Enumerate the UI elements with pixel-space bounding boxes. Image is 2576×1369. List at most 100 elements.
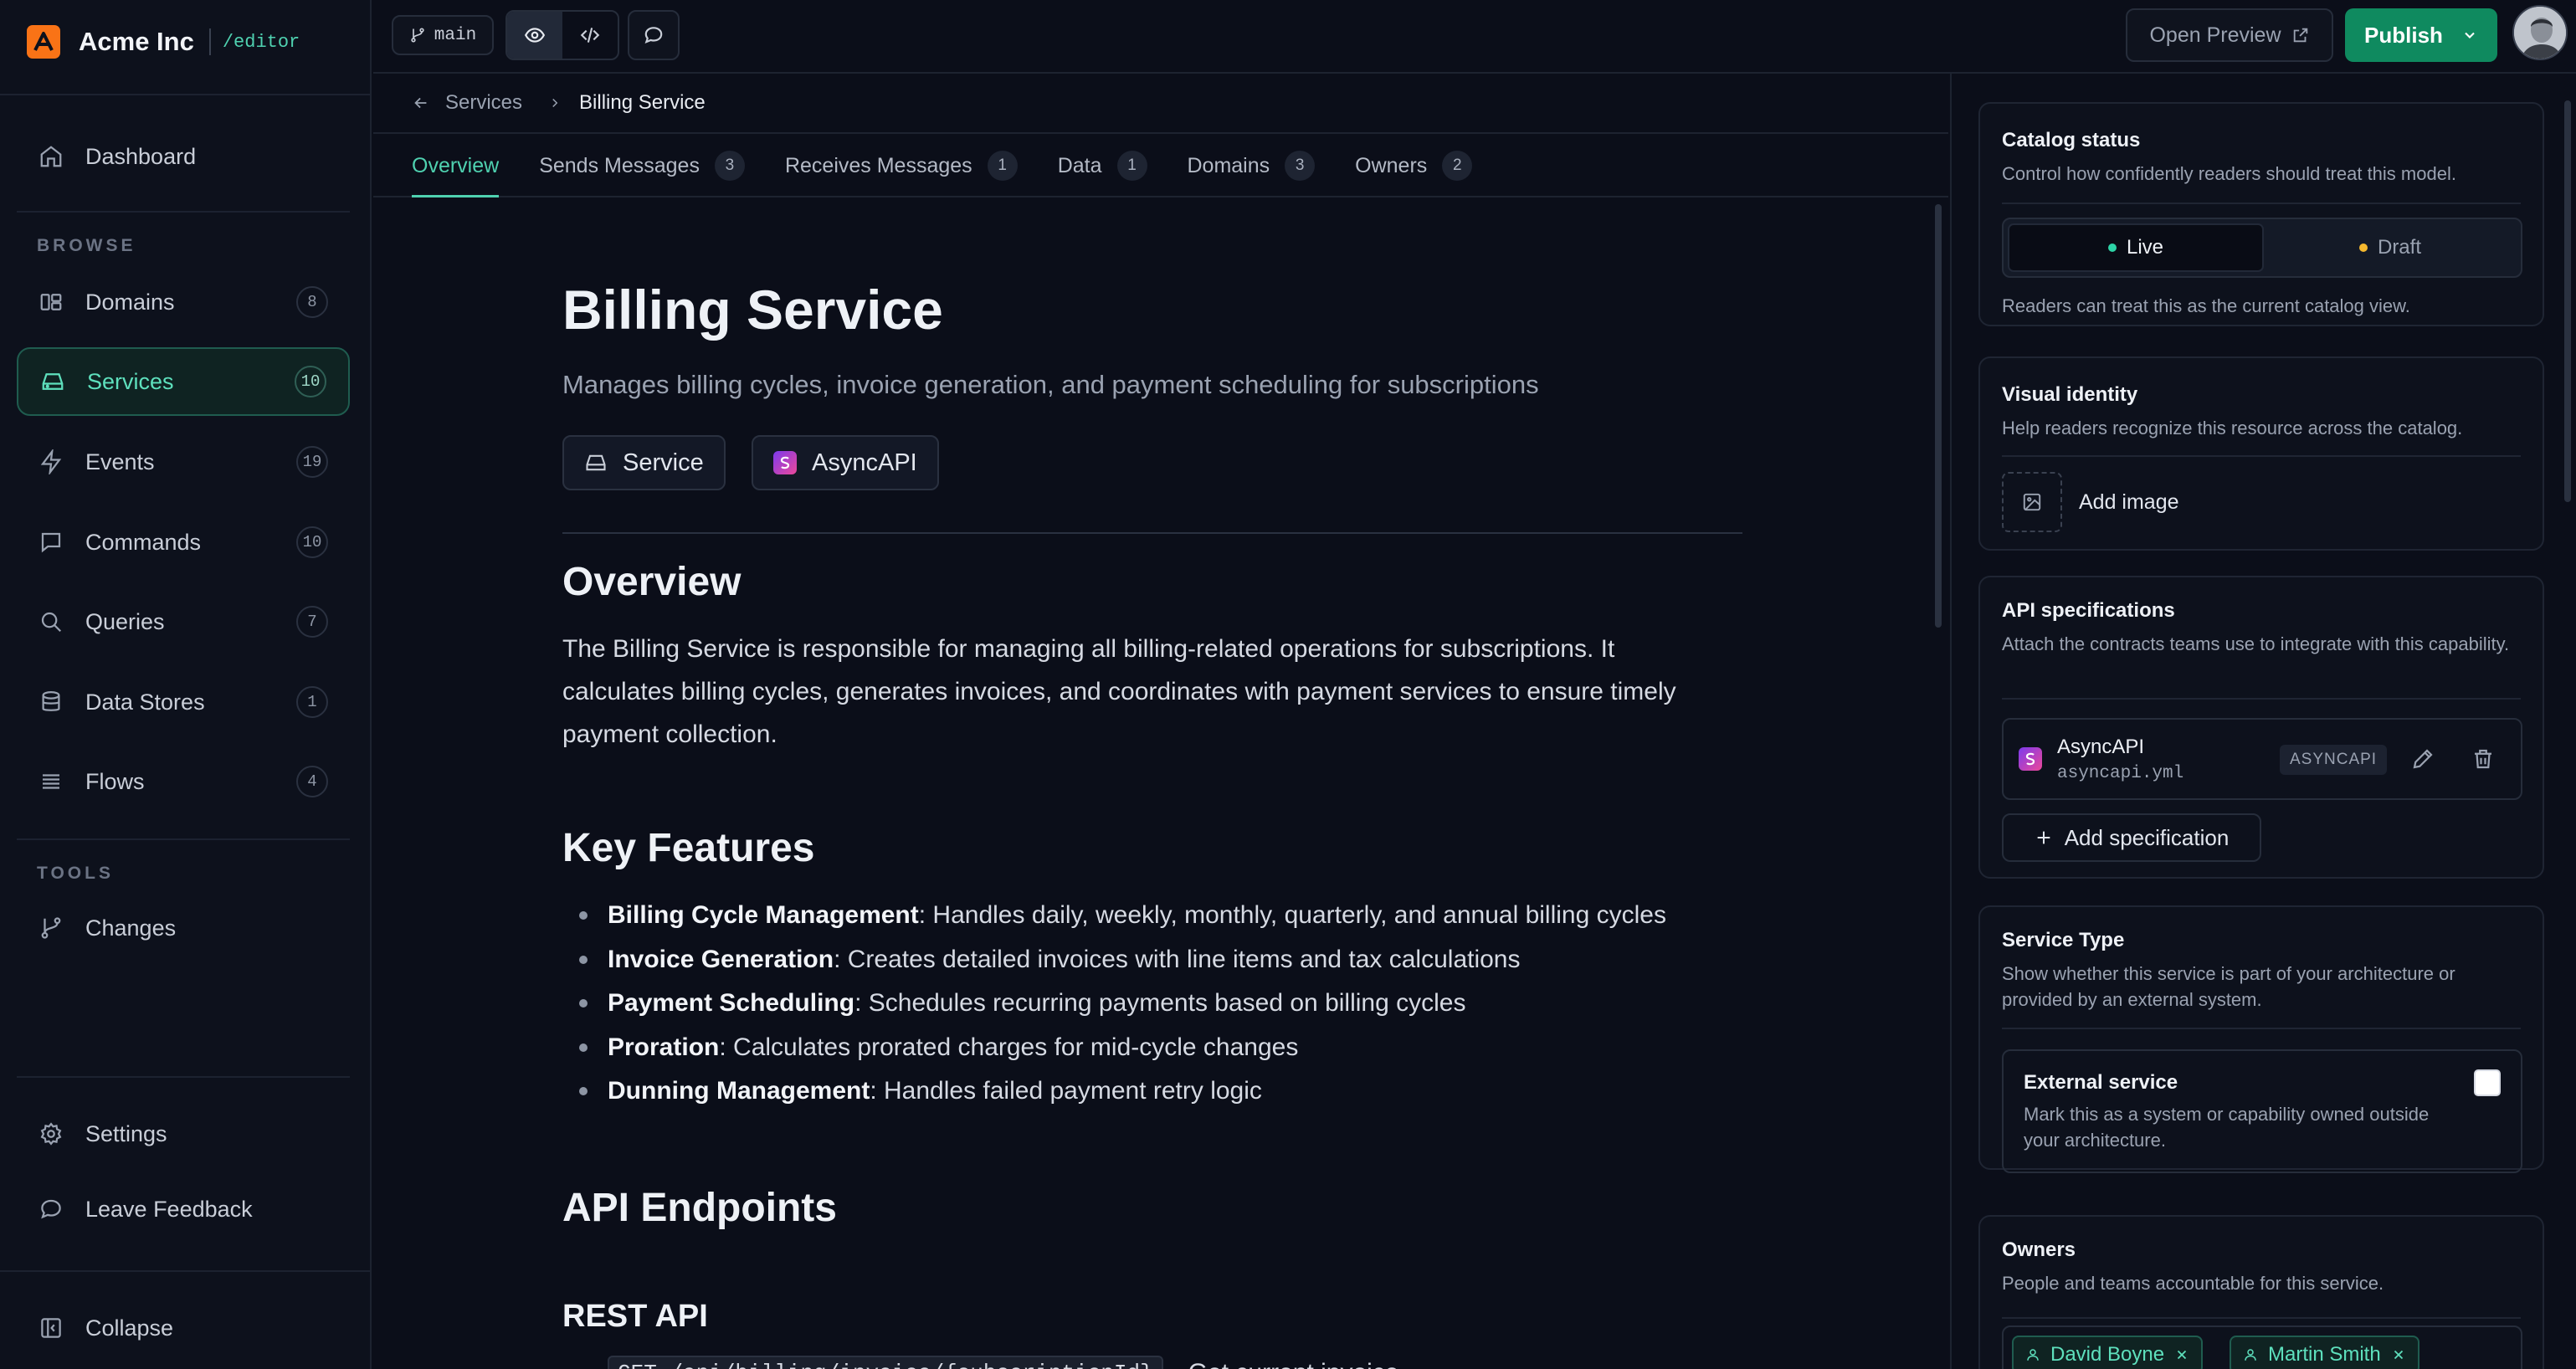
breadcrumb-parent-link[interactable]: Services: [445, 91, 522, 115]
card-description: Show whether this service is part of you…: [2002, 963, 2455, 1010]
spec-type-badge: ASYNCAPI: [2280, 745, 2388, 775]
draft-status-dot: [2358, 244, 2368, 252]
count-badge: 4: [296, 766, 328, 797]
open-preview-button[interactable]: Open Preview: [2126, 8, 2333, 62]
close-icon[interactable]: [2174, 1347, 2189, 1362]
list-item: Proration: Calculates prorated charges f…: [562, 1026, 1734, 1070]
count-badge: 10: [295, 366, 326, 397]
tools-heading: TOOLS: [37, 864, 114, 883]
sidebar-item-label: Data Stores: [85, 689, 205, 715]
owner-chip[interactable]: Martin Smith: [2230, 1336, 2419, 1369]
count-badge: 1: [296, 686, 328, 718]
top-bar: main Open Preview Publish: [373, 0, 2576, 74]
card-title: Visual identity: [2002, 383, 2138, 406]
tab-receives-messages[interactable]: Receives Messages 1: [785, 136, 1018, 196]
publish-button[interactable]: Publish: [2345, 8, 2497, 62]
sidebar-item-commands[interactable]: Commands 10: [17, 508, 350, 577]
brand[interactable]: Acme Inc /editor: [27, 25, 300, 59]
sidebar-item-leave-feedback[interactable]: Leave Feedback: [17, 1175, 350, 1243]
tab-overview[interactable]: Overview: [412, 136, 500, 197]
sidebar-item-events[interactable]: Events 19: [17, 428, 350, 496]
document-content: Billing Service Manages billing cycles, …: [562, 197, 1742, 1369]
sidebar-item-queries[interactable]: Queries 7: [17, 587, 350, 656]
sidebar-item-flows[interactable]: Flows 4: [17, 747, 350, 816]
endpoint-list-item: GET /api/billing/invoice/{subscriptionId…: [562, 1356, 1399, 1369]
code-mode-button[interactable]: [562, 12, 618, 59]
tab-count-badge: 3: [1285, 151, 1316, 181]
tab-count-badge: 2: [1442, 151, 1473, 181]
count-badge: 7: [296, 606, 328, 638]
preview-mode-button[interactable]: [507, 12, 562, 59]
arrow-left-icon[interactable]: [412, 94, 430, 112]
user-icon: [2025, 1347, 2040, 1362]
sidebar-item-domains[interactable]: Domains 8: [17, 268, 350, 336]
sidebar-item-changes[interactable]: Changes: [17, 894, 350, 962]
count-badge: 8: [296, 286, 328, 318]
key-features-heading: Key Features: [562, 826, 815, 870]
external-service-checkbox[interactable]: [2474, 1069, 2501, 1096]
external-service-option[interactable]: External service Mark this as a system o…: [2002, 1049, 2522, 1173]
asyncapi-chip[interactable]: AsyncAPI: [752, 435, 939, 490]
acme-logo-icon: [27, 25, 60, 59]
option-label: Live: [2126, 236, 2164, 259]
owners-input[interactable]: David Boyne Martin Smith: [2002, 1325, 2522, 1369]
collapse-label: Collapse: [85, 1315, 174, 1341]
chat-bubble-icon: [37, 1195, 65, 1223]
owner-chip[interactable]: David Boyne: [2012, 1336, 2204, 1369]
message-square-icon: [37, 528, 65, 556]
draft-option[interactable]: Draft: [2264, 223, 2517, 272]
sidebar-item-data-stores[interactable]: Data Stores 1: [17, 668, 350, 736]
tab-data[interactable]: Data 1: [1058, 136, 1147, 196]
domains-icon: [37, 288, 65, 316]
visual-identity-card: Visual identity Help readers recognize t…: [1978, 356, 2544, 551]
sidebar-divider: [17, 211, 350, 213]
content-scrollbar[interactable]: [1935, 204, 1942, 628]
branch-selector[interactable]: main: [392, 15, 494, 55]
database-icon: [37, 688, 65, 716]
panel-scrollbar[interactable]: [2564, 100, 2571, 502]
live-option[interactable]: Live: [2008, 223, 2264, 272]
tab-domains[interactable]: Domains 3: [1188, 136, 1316, 196]
sidebar-item-services[interactable]: Services 10: [17, 347, 350, 416]
add-specification-button[interactable]: Add specification: [2002, 813, 2261, 862]
service-type-chip[interactable]: Service: [562, 435, 726, 490]
sidebar-item-settings[interactable]: Settings: [17, 1100, 350, 1168]
feature-text: : Handles failed payment retry logic: [870, 1077, 1262, 1105]
trash-icon[interactable]: [2471, 746, 2496, 772]
feature-name: Invoice Generation: [608, 945, 834, 973]
tab-sends-messages[interactable]: Sends Messages 3: [539, 136, 745, 196]
api-specifications-card: API specifications Attach the contracts …: [1978, 576, 2544, 879]
tab-owners[interactable]: Owners 2: [1355, 136, 1473, 196]
open-preview-label: Open Preview: [2149, 23, 2281, 47]
card-title: Catalog status: [2002, 129, 2141, 151]
tab-label: Sends Messages: [539, 153, 700, 177]
close-icon[interactable]: [2391, 1347, 2406, 1362]
server-icon: [584, 451, 608, 474]
list-item: Invoice Generation: Creates detailed inv…: [562, 938, 1734, 982]
image-icon: [2002, 472, 2062, 532]
comments-button[interactable]: [628, 10, 680, 60]
chevron-right-icon: [547, 95, 562, 110]
feature-text: : Handles daily, weekly, monthly, quarte…: [918, 901, 1666, 930]
sidebar-item-dashboard[interactable]: Dashboard: [17, 122, 350, 191]
code-icon: [579, 24, 601, 46]
chip-label: Service: [623, 449, 704, 476]
card-description: Help readers recognize this resource acr…: [2002, 418, 2463, 438]
user-avatar[interactable]: [2512, 5, 2568, 60]
list-item: Billing Cycle Management: Handles daily,…: [562, 894, 1734, 938]
pencil-icon[interactable]: [2410, 746, 2435, 772]
add-image-button[interactable]: Add image: [2002, 472, 2179, 532]
editor-path: /editor: [222, 31, 300, 53]
tab-label: Owners: [1355, 153, 1428, 177]
search-icon: [37, 608, 65, 636]
external-link-icon: [2291, 26, 2310, 44]
card-description: Control how confidently readers should t…: [2002, 163, 2456, 184]
spec-file: asyncapi.yml: [2057, 763, 2184, 783]
spec-row[interactable]: AsyncAPI asyncapi.yml ASYNCAPI: [2002, 718, 2522, 800]
plus-icon: [2035, 828, 2053, 847]
chat-bubble-icon: [643, 24, 665, 46]
sidebar-item-label: Settings: [85, 1120, 167, 1146]
key-features-list: Billing Cycle Management: Handles daily,…: [562, 894, 1734, 1114]
collapse-button[interactable]: Collapse: [17, 1294, 350, 1362]
properties-panel: Catalog status Control how confidently r…: [1950, 74, 2576, 1369]
